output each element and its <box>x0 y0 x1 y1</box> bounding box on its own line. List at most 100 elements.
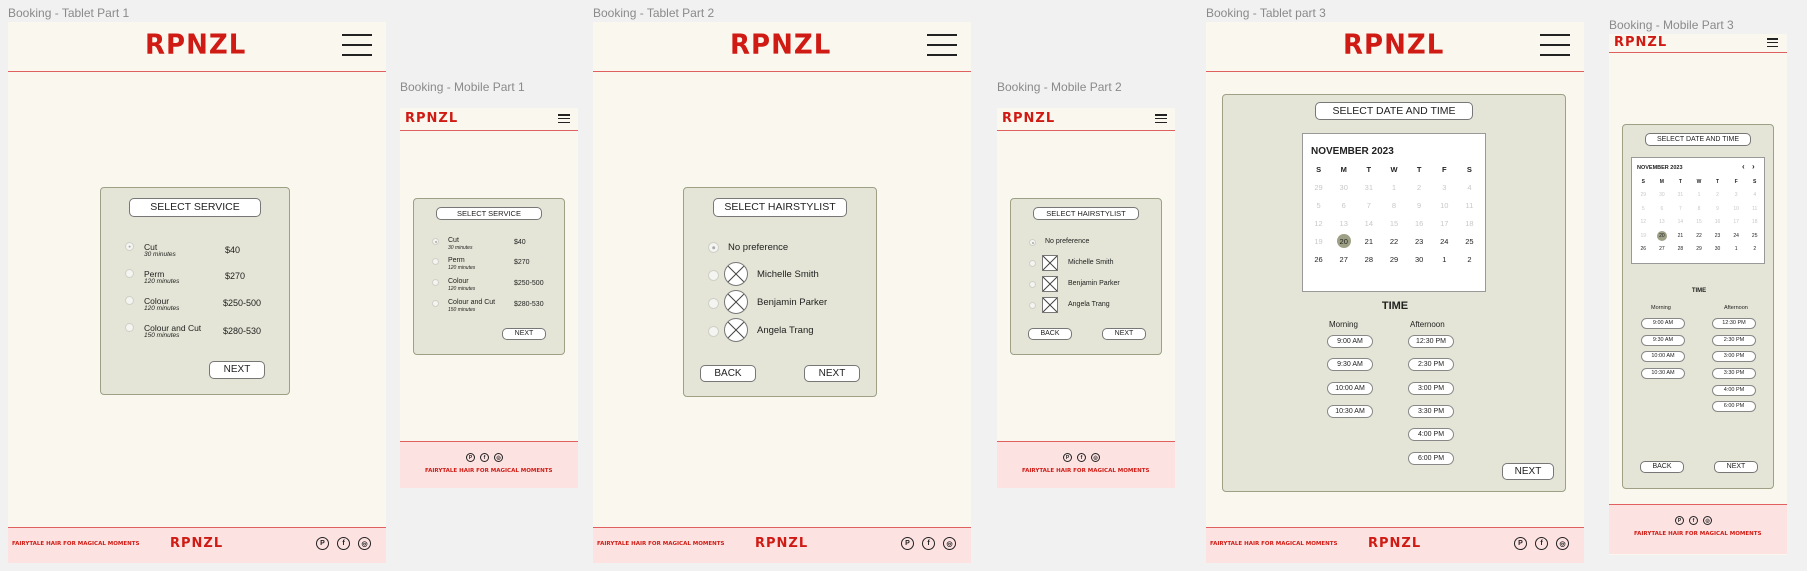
stylist-radio[interactable] <box>708 270 719 281</box>
time-slot[interactable]: 12:30 PM <box>1408 335 1454 348</box>
facebook-icon[interactable]: f <box>922 537 935 550</box>
next-button[interactable]: NEXT <box>1714 461 1758 473</box>
facebook-icon[interactable]: f <box>1077 453 1086 462</box>
menu-icon[interactable] <box>1767 38 1778 47</box>
stylist-radio[interactable] <box>1029 260 1036 267</box>
calendar-day[interactable]: 25 <box>1457 232 1482 250</box>
time-slot[interactable]: 3:00 PM <box>1408 382 1454 395</box>
stylist-radio[interactable] <box>1029 302 1036 309</box>
calendar-day[interactable]: 23 <box>1708 229 1727 243</box>
service-radio[interactable] <box>432 279 439 286</box>
instagram-icon[interactable]: ◎ <box>1091 453 1100 462</box>
calendar-day[interactable]: 2 <box>1457 250 1482 268</box>
calendar-day[interactable]: 1 <box>1727 243 1746 257</box>
calendar-day[interactable]: 2 <box>1745 243 1764 257</box>
facebook-icon[interactable]: f <box>337 537 350 550</box>
calendar-day[interactable]: 24 <box>1432 232 1457 250</box>
calendar-day[interactable]: 26 <box>1634 243 1653 257</box>
calendar-day[interactable]: 21 <box>1356 232 1381 250</box>
back-button[interactable]: BACK <box>700 365 756 382</box>
stylist-radio[interactable] <box>708 298 719 309</box>
menu-icon[interactable] <box>342 34 372 56</box>
pinterest-icon[interactable]: P <box>901 537 914 550</box>
next-button[interactable]: NEXT <box>1102 328 1146 340</box>
pinterest-icon[interactable]: P <box>316 537 329 550</box>
time-slot[interactable]: 6:00 PM <box>1408 452 1454 465</box>
time-slot[interactable]: 3:00 PM <box>1712 351 1756 362</box>
menu-icon[interactable] <box>1540 34 1570 56</box>
time-slot[interactable]: 9:30 AM <box>1327 358 1373 371</box>
time-slot[interactable]: 9:00 AM <box>1327 335 1373 348</box>
time-slot[interactable]: 10:00 AM <box>1327 382 1373 395</box>
calendar-day[interactable]: 27 <box>1653 243 1672 257</box>
calendar-day[interactable]: 21 <box>1671 229 1690 243</box>
calendar-day[interactable]: 1 <box>1432 250 1457 268</box>
time-slot[interactable]: 2:30 PM <box>1408 358 1454 371</box>
time-slot[interactable]: 6:00 PM <box>1712 401 1756 412</box>
footer-logo[interactable]: RPNZL <box>170 536 223 552</box>
service-radio[interactable] <box>432 300 439 307</box>
time-slot[interactable]: 12:30 PM <box>1712 318 1756 329</box>
time-slot[interactable]: 3:30 PM <box>1408 405 1454 418</box>
calendar-day[interactable]: 26 <box>1306 250 1331 268</box>
calendar-day[interactable]: 27 <box>1331 250 1356 268</box>
next-button[interactable]: NEXT <box>1502 463 1554 480</box>
calendar-day[interactable]: 22 <box>1381 232 1406 250</box>
time-slot[interactable]: 9:00 AM <box>1641 318 1685 329</box>
prev-month-icon[interactable]: ‹ <box>1742 162 1745 171</box>
time-slot[interactable]: 10:00 AM <box>1641 351 1685 362</box>
time-slot[interactable]: 3:30 PM <box>1712 368 1756 379</box>
back-button[interactable]: BACK <box>1640 461 1684 473</box>
service-radio[interactable] <box>432 258 439 265</box>
stylist-radio[interactable] <box>708 326 719 337</box>
next-button[interactable]: NEXT <box>209 361 265 379</box>
calendar-day[interactable]: 23 <box>1407 232 1432 250</box>
service-radio[interactable] <box>125 296 134 305</box>
pinterest-icon[interactable]: P <box>1514 537 1527 550</box>
calendar-day[interactable]: 24 <box>1727 229 1746 243</box>
calendar-day[interactable]: 29 <box>1381 250 1406 268</box>
calendar-day[interactable]: 20 <box>1653 229 1672 243</box>
logo[interactable]: RPNZL <box>405 111 458 127</box>
menu-icon[interactable] <box>558 114 570 123</box>
instagram-icon[interactable]: ◎ <box>358 537 371 550</box>
service-radio[interactable] <box>125 242 134 251</box>
time-slot[interactable]: 10:30 AM <box>1327 405 1373 418</box>
service-radio[interactable] <box>432 238 439 245</box>
facebook-icon[interactable]: f <box>1689 516 1698 525</box>
facebook-icon[interactable]: f <box>1535 537 1548 550</box>
logo[interactable]: RPNZL <box>1002 111 1055 127</box>
stylist-radio[interactable] <box>1029 281 1036 288</box>
back-button[interactable]: BACK <box>1028 328 1072 340</box>
calendar-day[interactable]: 30 <box>1708 243 1727 257</box>
footer-logo[interactable]: RPNZL <box>1368 536 1421 552</box>
logo[interactable]: RPNZL <box>730 29 831 61</box>
next-month-icon[interactable]: › <box>1752 162 1755 171</box>
menu-icon[interactable] <box>1155 114 1167 123</box>
instagram-icon[interactable]: ◎ <box>1703 516 1712 525</box>
calendar-day[interactable]: 22 <box>1690 229 1709 243</box>
calendar-day[interactable]: 25 <box>1745 229 1764 243</box>
stylist-radio[interactable] <box>708 242 719 253</box>
time-slot[interactable]: 2:30 PM <box>1712 335 1756 346</box>
calendar-day[interactable]: 20 <box>1331 232 1356 250</box>
facebook-icon[interactable]: f <box>480 453 489 462</box>
calendar-day[interactable]: 30 <box>1407 250 1432 268</box>
service-radio[interactable] <box>125 269 134 278</box>
logo[interactable]: RPNZL <box>1343 29 1444 61</box>
calendar-day[interactable]: 28 <box>1671 243 1690 257</box>
logo[interactable]: RPNZL <box>1614 35 1667 51</box>
instagram-icon[interactable]: ◎ <box>1556 537 1569 550</box>
stylist-radio[interactable] <box>1029 239 1036 246</box>
time-slot[interactable]: 4:00 PM <box>1712 385 1756 396</box>
service-radio[interactable] <box>125 323 134 332</box>
instagram-icon[interactable]: ◎ <box>943 537 956 550</box>
pinterest-icon[interactable]: P <box>1063 453 1072 462</box>
instagram-icon[interactable]: ◎ <box>494 453 503 462</box>
pinterest-icon[interactable]: P <box>1675 516 1684 525</box>
time-slot[interactable]: 10:30 AM <box>1641 368 1685 379</box>
time-slot[interactable]: 9:30 AM <box>1641 335 1685 346</box>
time-slot[interactable]: 4:00 PM <box>1408 428 1454 441</box>
menu-icon[interactable] <box>927 34 957 56</box>
next-button[interactable]: NEXT <box>804 365 860 382</box>
